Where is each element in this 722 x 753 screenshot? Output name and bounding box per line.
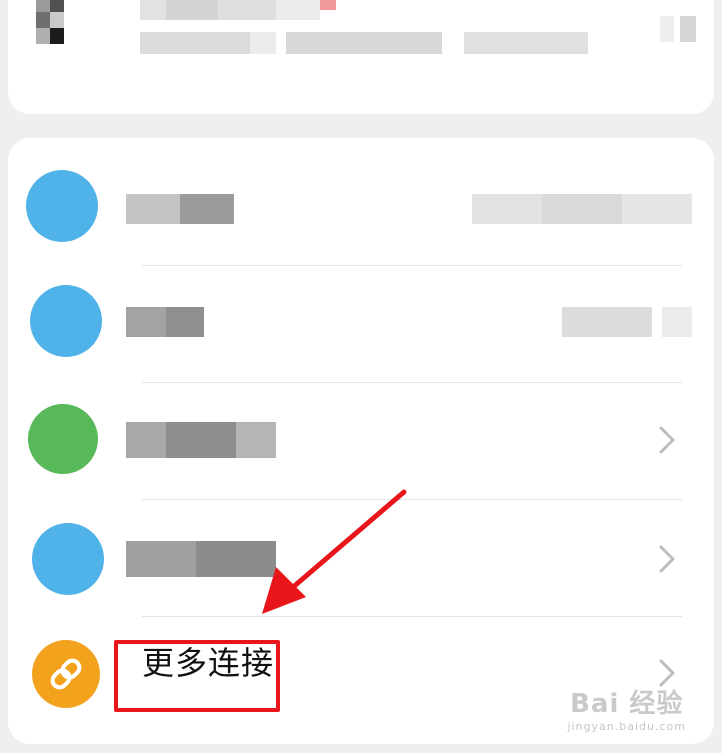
list-item[interactable] <box>8 148 714 265</box>
item-title <box>126 307 204 337</box>
list-item[interactable] <box>8 382 714 499</box>
connections-list: 更多连接 <box>8 138 714 744</box>
list-item[interactable] <box>8 499 714 616</box>
item-value <box>472 194 692 224</box>
blue-icon <box>26 170 98 242</box>
account-info <box>140 32 588 54</box>
account-name <box>140 0 360 20</box>
chevron-right-icon <box>659 545 675 573</box>
list-item[interactable] <box>8 265 714 382</box>
account-card[interactable] <box>8 0 714 114</box>
item-value <box>562 307 692 337</box>
item-title <box>126 422 276 458</box>
watermark-url: jingyan.baidu.com <box>567 720 686 733</box>
chevron-right-icon <box>659 426 675 454</box>
avatar <box>36 0 76 44</box>
blue-icon <box>30 285 102 357</box>
watermark: Bai 经验 jingyan.baidu.com <box>567 683 686 733</box>
highlight-box <box>114 640 280 712</box>
account-chevron <box>660 16 700 42</box>
item-title <box>126 541 276 577</box>
green-icon <box>28 404 98 474</box>
item-title <box>126 194 234 224</box>
link-icon <box>32 640 100 708</box>
blue-icon <box>32 523 104 595</box>
watermark-brand: Bai 经验 <box>570 689 684 719</box>
